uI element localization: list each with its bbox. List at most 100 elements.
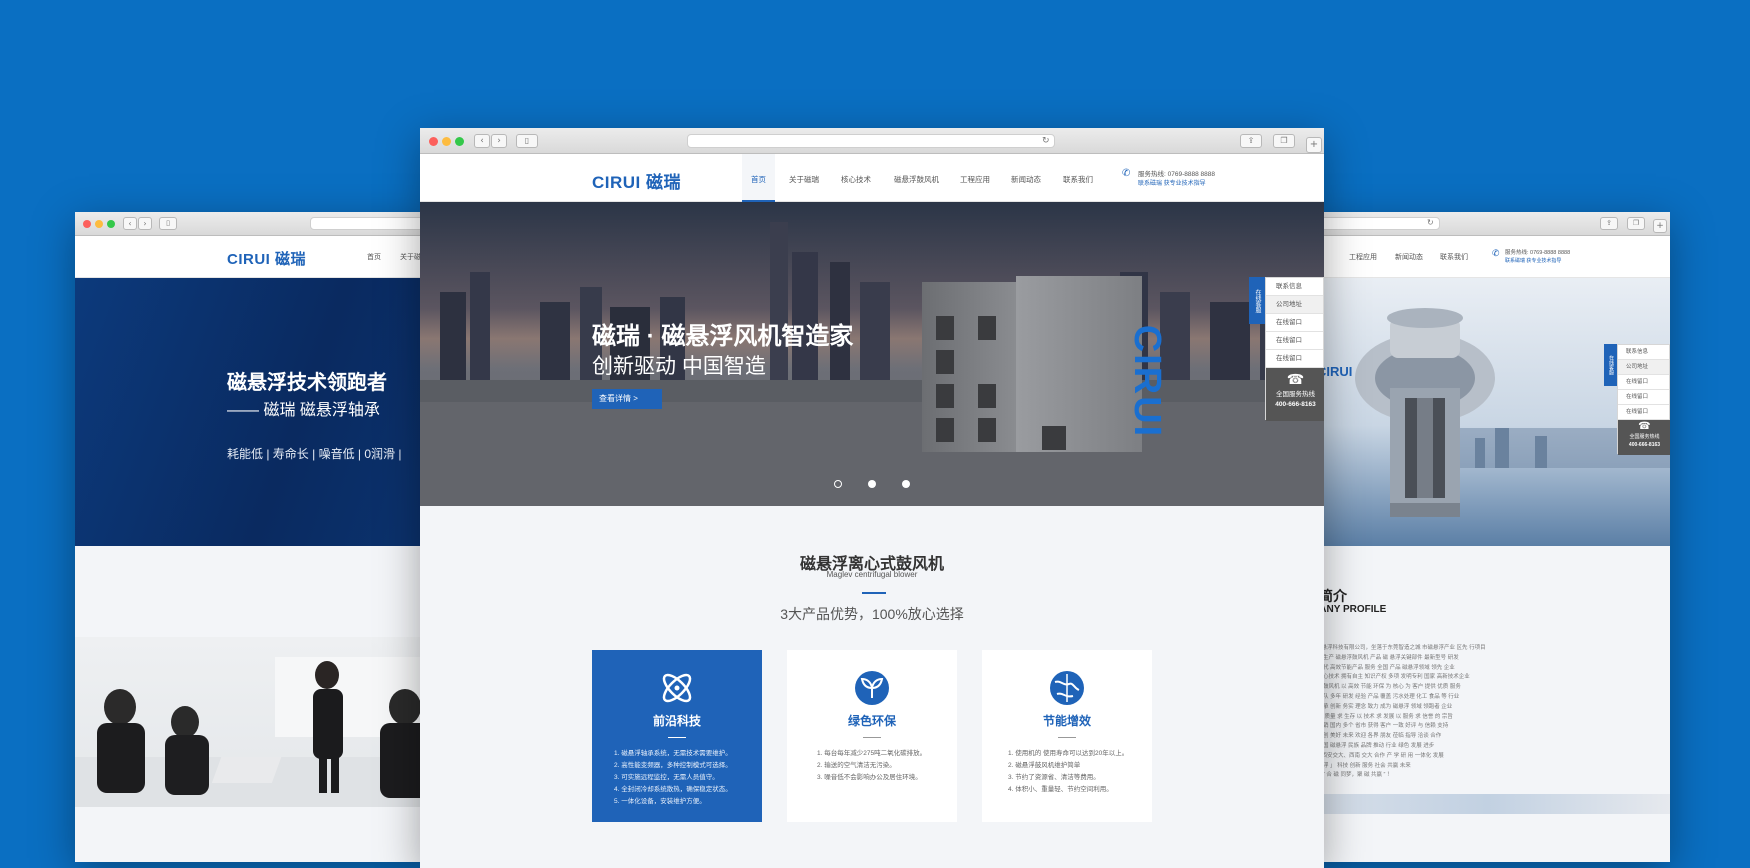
back-icon[interactable]: ‹ [474, 134, 490, 148]
card-item: 2. 输送的空气清洁无污染。 [817, 762, 896, 769]
share-icon[interactable]: ⇪ [1240, 134, 1262, 148]
side-tab-label: 在线客服 [1608, 355, 1614, 375]
profile-line: 磁瑞磁悬浮科技有限公司，坐落于东莞智造之城 市磁悬浮产业 区先 行项目 [1305, 645, 1485, 651]
phone-label: 服务热线: 0769-8888 8888 [1138, 171, 1215, 178]
close-dot[interactable] [429, 137, 438, 146]
logo[interactable]: CIRUI 磁瑞 [592, 168, 681, 193]
company-profile-section: 业简介 MPANY PROFILE 磁瑞磁悬浮科技有限公司，坐落于东莞智造之城 … [1305, 546, 1670, 814]
nav-item-tech[interactable]: 核心技术 [841, 174, 871, 185]
side-row-address[interactable]: 公司地址 [1618, 360, 1669, 375]
card-divider [863, 737, 881, 738]
sidebar-icon[interactable]: ▯ [516, 134, 538, 148]
side-row-online[interactable]: 在线留口 [1618, 405, 1669, 420]
carousel-dot[interactable] [868, 480, 876, 488]
section-title-en: Maglev centrifugal blower [826, 570, 918, 579]
minimize-dot[interactable] [95, 220, 103, 228]
side-row-online[interactable]: 在线留口 [1266, 314, 1323, 332]
side-row-online[interactable]: 在线留口 [1618, 375, 1669, 390]
nav-item-about[interactable]: 关于磁瑞 [789, 174, 819, 185]
side-hotline[interactable]: ☎ 全国服务热线 400-666-8163 [1266, 368, 1324, 421]
side-service-tab[interactable]: 在线客服 [1604, 344, 1617, 386]
nav-item-contact[interactable]: 联系我们 [1440, 252, 1468, 262]
card-list: 1. 磁悬浮轴承系统，无需技术需要维护。 2. 高性能变频器，多种控制模式可选择… [592, 748, 762, 808]
hero-tags: 耗能低 | 寿命长 | 噪音低 | 0润滑 | [227, 447, 402, 461]
close-dot[interactable] [83, 220, 91, 228]
logo[interactable]: CIRUI 磁瑞 [227, 248, 306, 269]
profile-line: 打造 中国 磁悬浮 民族 品牌 推动 行业 绿色 发展 进步 [1305, 742, 1435, 749]
new-tab-icon[interactable]: + [1306, 137, 1322, 153]
advantage-card-tech[interactable]: 前沿科技 1. 磁悬浮轴承系统，无需技术需要维护。 2. 高性能变频器，多种控制… [592, 650, 762, 822]
headset-icon: ☎ [1286, 371, 1305, 387]
browser-toolbar: ↻ ⇪ ❐ + [1305, 212, 1670, 236]
logo-cn: 磁瑞 [646, 173, 682, 192]
side-service-tab[interactable]: 在线客服 [1249, 277, 1265, 324]
left-browser-window: ‹ › ▯ CIRUI 磁瑞 首页 关于磁 磁悬浮技术领跑者 —— 磁瑞 磁悬浮… [75, 212, 435, 862]
nav-item-contact[interactable]: 联系我们 [1063, 174, 1093, 185]
profile-line: 「 磁悬浮 」 科技 创新 服务 社会 共赢 未来 [1305, 762, 1411, 769]
sidebar-icon[interactable]: ▯ [159, 217, 177, 230]
forward-icon[interactable]: › [491, 134, 507, 148]
zoom-dot[interactable] [107, 220, 115, 228]
side-row-contact[interactable]: 联系信息 [1266, 278, 1323, 296]
address-bar[interactable] [687, 134, 1055, 148]
carousel-dot[interactable] [902, 480, 910, 488]
side-row-online[interactable]: 在线留口 [1266, 350, 1323, 368]
hero-subtitle: 创新驱动 中国智造 [592, 355, 766, 378]
nav-item-about[interactable]: 关于磁 [400, 252, 421, 262]
browser-toolbar: ‹ › ▯ ↻ ⇪ ❐ + [420, 128, 1324, 154]
hero-title: 磁悬浮技术领跑者 [227, 372, 387, 394]
side-row-online[interactable]: 在线留口 [1618, 390, 1669, 405]
new-tab-icon[interactable]: + [1653, 219, 1667, 233]
nav-item-home[interactable]: 首页 [751, 174, 766, 185]
side-tab-label: 在线客服 [1254, 288, 1260, 313]
forward-icon[interactable]: › [138, 217, 152, 230]
tabs-icon[interactable]: ❐ [1273, 134, 1295, 148]
card-list: 1. 每台每年减少275吨二氧化碳排放。 2. 输送的空气清洁无污染。 3. 噪… [787, 748, 957, 784]
card-divider [1058, 737, 1076, 738]
city-skyline-backdrop [420, 222, 1324, 506]
nav-item-blower[interactable]: 磁悬浮鼓风机 [894, 174, 939, 185]
nav-item-projects[interactable]: 工程应用 [1349, 252, 1377, 262]
right-hero-banner: CIRUI [1305, 278, 1670, 546]
side-hotline[interactable]: ☎ 全国服务热线 400-666-8163 [1618, 420, 1670, 455]
profile-line: 携手 共创 美好 未来 欢迎 各界 朋友 莅临 指导 洽谈 合作 [1305, 733, 1442, 740]
phone-label: 服务热线: 0769-8888 8888 [1505, 250, 1571, 256]
phone-icon: ✆ [1122, 168, 1131, 179]
side-service-panel: 联系信息 公司地址 在线留口 在线留口 在线留口 ☎ 全国服务热线 400-66… [1617, 344, 1670, 455]
nav-item-news[interactable]: 新闻动态 [1395, 252, 1423, 262]
tabs-icon[interactable]: ❐ [1627, 217, 1645, 230]
card-item: 3. 节约了资源省、清洁等费用。 [1008, 774, 1100, 781]
side-row-online[interactable]: 在线留口 [1266, 332, 1323, 350]
side-row-contact[interactable]: 联系信息 [1618, 345, 1669, 360]
card-title: 节能增效 [1042, 714, 1091, 728]
address-bar[interactable] [1305, 217, 1440, 230]
card-divider [668, 737, 686, 738]
blower-machine: CIRUI [922, 276, 1168, 456]
zoom-dot[interactable] [455, 137, 464, 146]
carousel-dot[interactable] [834, 480, 842, 488]
reload-icon[interactable]: ↻ [1042, 135, 1050, 146]
hotline-label: 全国服务热线 [1629, 434, 1660, 440]
blower-cutaway-illustration [1355, 308, 1670, 517]
side-row-address[interactable]: 公司地址 [1266, 296, 1323, 314]
nav-item-home[interactable]: 首页 [367, 252, 381, 262]
profile-line: 产品 核心技术 拥有自主 知识产权 多项 发明专利 国家 高新技术企业 [1305, 674, 1470, 681]
hero-title: 磁瑞 · 磁悬浮风机智造家 [592, 323, 854, 350]
nav-item-projects[interactable]: 工程应用 [960, 174, 990, 185]
profile-line: 技术 团队 多年 研发 经验 产品 覆盖 污水处理 化工 食品 等 行业 [1305, 693, 1460, 700]
advantage-card-green[interactable]: 绿色环保 1. 每台每年减少275吨二氧化碳排放。 2. 输送的空气清洁无污染。… [787, 650, 957, 822]
minimize-dot[interactable] [442, 137, 451, 146]
reload-icon[interactable]: ↻ [1427, 218, 1434, 227]
hero-subtitle: —— 磁瑞 磁悬浮轴承 [227, 402, 380, 419]
back-icon[interactable]: ‹ [123, 217, 137, 230]
hero-details-button[interactable]: 查看详情 > [592, 389, 662, 409]
hotline-label: 全国服务热线 [1276, 391, 1315, 398]
headset-icon: ☎ [1638, 421, 1651, 432]
share-icon[interactable]: ⇪ [1600, 217, 1618, 230]
nav-item-news[interactable]: 新闻动态 [1011, 174, 1041, 185]
advantage-card-energy[interactable]: 节能增效 1. 使用机的 使用寿命可以达到20年以上。 2. 磁悬浮鼓风机维护简… [982, 650, 1152, 822]
card-title: 前沿科技 [652, 714, 701, 728]
address-bar[interactable] [310, 217, 435, 230]
logo-cn: 磁瑞 [275, 251, 307, 268]
card-title: 绿色环保 [847, 714, 896, 728]
